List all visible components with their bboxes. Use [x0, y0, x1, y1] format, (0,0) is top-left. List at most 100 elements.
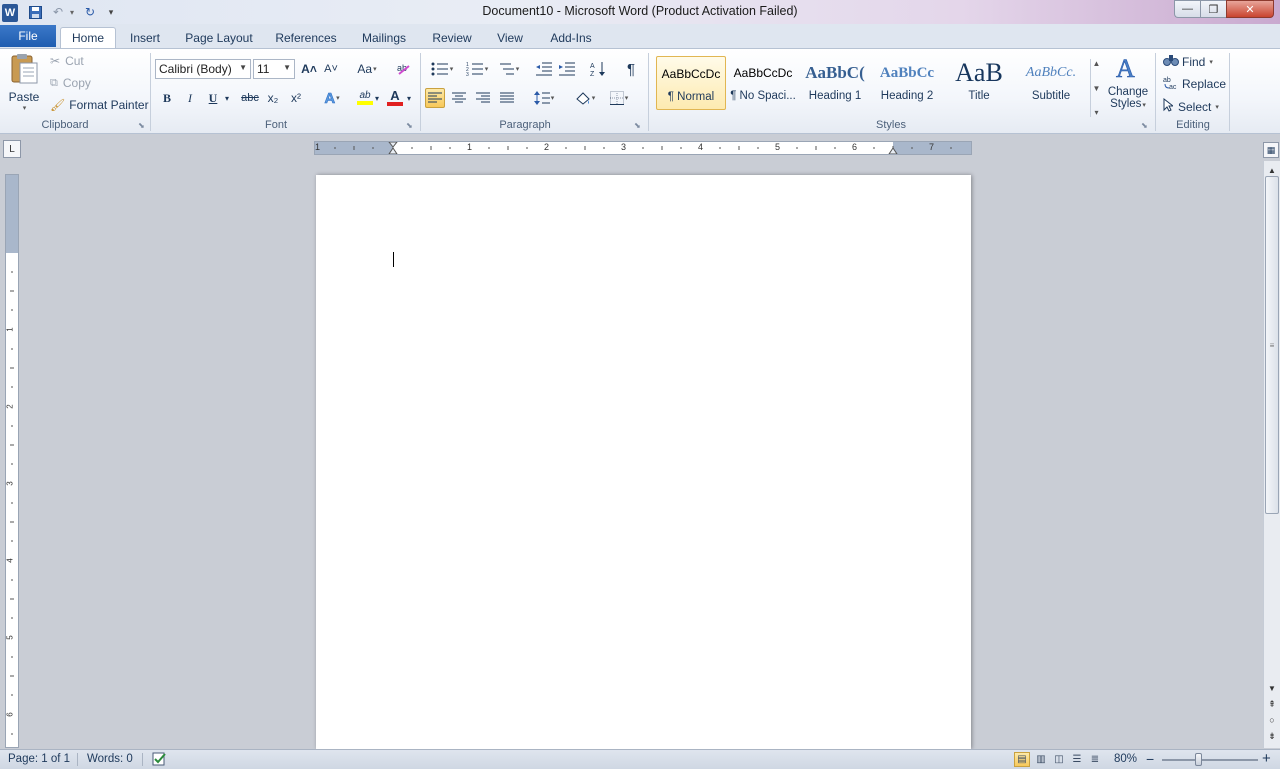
- draft-view-icon[interactable]: ≣: [1087, 752, 1103, 767]
- clipboard-launcher-icon[interactable]: ⬊: [138, 121, 145, 130]
- format-painter-button[interactable]: 🖌 Format Painter: [50, 98, 149, 112]
- numbering-button[interactable]: 1 2 3 ▾: [461, 59, 493, 79]
- justify-button[interactable]: [497, 88, 517, 108]
- zoom-slider-thumb[interactable]: [1195, 753, 1203, 766]
- document-page[interactable]: [316, 175, 971, 749]
- underline-button[interactable]: U: [203, 88, 223, 108]
- text-effects-button[interactable]: A ▾: [318, 88, 346, 108]
- tab-add-ins[interactable]: Add-Ins: [542, 27, 600, 48]
- cut-button[interactable]: ✂ Cut: [50, 54, 84, 68]
- next-page-icon[interactable]: ⇟: [1264, 729, 1280, 743]
- bullets-button[interactable]: ▾: [426, 59, 458, 79]
- tab-page-layout[interactable]: Page Layout: [180, 27, 258, 48]
- font-launcher-icon[interactable]: ⬊: [406, 121, 413, 130]
- gallery-down-icon[interactable]: ▼: [1093, 84, 1101, 93]
- grow-font-button[interactable]: A˄: [299, 59, 319, 79]
- sort-button[interactable]: AZ: [588, 59, 608, 79]
- strikethrough-button[interactable]: abc: [238, 88, 262, 108]
- minimize-button[interactable]: —: [1174, 0, 1200, 18]
- zoom-out-button[interactable]: −: [1146, 751, 1154, 767]
- outline-view-icon[interactable]: ☰: [1069, 752, 1085, 767]
- paragraph-launcher-icon[interactable]: ⬊: [634, 121, 641, 130]
- zoom-level[interactable]: 80%: [1114, 753, 1137, 765]
- paste-dropdown-icon[interactable]: ▾: [23, 104, 27, 112]
- subscript-button[interactable]: x₂: [263, 88, 283, 108]
- gallery-more-icon[interactable]: ▾: [1094, 108, 1098, 117]
- styles-gallery-scroll: ▲ ▼ ▾: [1090, 59, 1102, 117]
- ruler-number: 5: [775, 142, 781, 152]
- scroll-down-icon[interactable]: ▼: [1264, 681, 1280, 695]
- find-button[interactable]: Find ▾: [1163, 54, 1213, 69]
- tab-review[interactable]: Review: [426, 27, 478, 48]
- replace-button[interactable]: ab ac Replace: [1163, 76, 1226, 92]
- restore-button[interactable]: ❐: [1200, 0, 1226, 18]
- tab-mailings[interactable]: Mailings: [354, 27, 414, 48]
- paste-button[interactable]: Paste ▾: [6, 53, 42, 112]
- multilevel-list-button[interactable]: ▾: [496, 59, 522, 79]
- close-button[interactable]: ✕: [1226, 0, 1274, 18]
- tab-home[interactable]: Home: [60, 27, 116, 48]
- zoom-slider-track[interactable]: [1162, 759, 1258, 761]
- font-name-combo[interactable]: Calibri (Body) ▼: [155, 59, 251, 79]
- font-color-dropdown-icon[interactable]: ▾: [404, 88, 414, 108]
- show-formatting-marks-button[interactable]: ¶: [621, 59, 641, 79]
- ruler-number: 5: [5, 635, 15, 640]
- horizontal-ruler[interactable]: 1 1 2 3 4 5 6 7: [314, 141, 972, 155]
- change-case-button[interactable]: Aa ▾: [354, 59, 380, 79]
- ruler-number: 6: [5, 712, 15, 717]
- styles-launcher-icon[interactable]: ⬊: [1141, 121, 1148, 130]
- align-right-button[interactable]: [473, 88, 493, 108]
- style-no-spacing[interactable]: AaBbCcDc ¶ No Spaci...: [728, 56, 798, 110]
- style-heading-2[interactable]: AaBbCc Heading 2: [872, 56, 942, 110]
- view-ruler-button[interactable]: ▦: [1263, 142, 1279, 158]
- style-title[interactable]: AaB Title: [944, 56, 1014, 110]
- tab-view[interactable]: View: [490, 27, 530, 48]
- increase-indent-button[interactable]: [557, 59, 577, 79]
- word-count[interactable]: Words: 0: [87, 753, 133, 765]
- clear-formatting-icon[interactable]: ab: [394, 59, 414, 79]
- tab-insert[interactable]: Insert: [122, 27, 168, 48]
- bold-button[interactable]: B: [157, 88, 177, 108]
- ruler-number: 3: [621, 142, 627, 152]
- align-center-button[interactable]: [449, 88, 469, 108]
- line-spacing-button[interactable]: ▾: [530, 88, 558, 108]
- tab-references[interactable]: References: [270, 27, 342, 48]
- vertical-scrollbar[interactable]: ▲ ≡ ▼ ⇞ ○ ⇟: [1263, 161, 1280, 748]
- font-size-combo[interactable]: 11 ▼: [253, 59, 295, 79]
- select-browse-object-icon[interactable]: ○: [1264, 713, 1280, 727]
- align-left-button[interactable]: [425, 88, 445, 108]
- italic-button[interactable]: I: [180, 88, 200, 108]
- replace-icon: ab ac: [1163, 76, 1179, 92]
- tab-selector-button[interactable]: L: [3, 140, 21, 158]
- vertical-ruler[interactable]: 1 2 3 4 5 6: [5, 174, 19, 748]
- decrease-indent-button[interactable]: [534, 59, 554, 79]
- previous-page-icon[interactable]: ⇞: [1264, 697, 1280, 711]
- proofing-icon[interactable]: [151, 751, 167, 769]
- gallery-up-icon[interactable]: ▲: [1093, 59, 1101, 68]
- change-styles-button[interactable]: A Change Styles▾: [1104, 53, 1152, 115]
- underline-dropdown-icon[interactable]: ▾: [222, 88, 232, 108]
- scrollbar-thumb[interactable]: ≡: [1265, 176, 1279, 514]
- highlight-dropdown-icon[interactable]: ▾: [372, 88, 382, 108]
- style-subtitle[interactable]: AaBbCc. Subtitle: [1016, 56, 1086, 110]
- group-divider: [1229, 53, 1230, 131]
- style-heading-1[interactable]: AaBbC( Heading 1: [800, 56, 870, 110]
- shrink-font-button[interactable]: A˅: [321, 59, 341, 79]
- print-layout-view-icon[interactable]: ▤: [1014, 752, 1030, 767]
- scroll-up-icon[interactable]: ▲: [1264, 163, 1280, 177]
- web-layout-view-icon[interactable]: ◫: [1051, 752, 1067, 767]
- full-screen-reading-view-icon[interactable]: ▥: [1033, 752, 1049, 767]
- copy-button[interactable]: ⧉ Copy: [50, 76, 91, 90]
- style-normal[interactable]: AaBbCcDc ¶ Normal: [656, 56, 726, 110]
- page-count[interactable]: Page: 1 of 1: [8, 753, 70, 765]
- font-color-button[interactable]: A: [385, 88, 405, 108]
- ruler-number: 4: [698, 142, 704, 152]
- select-button[interactable]: Select ▾: [1163, 97, 1219, 115]
- zoom-in-button[interactable]: +: [1262, 750, 1271, 767]
- borders-button[interactable]: ▾: [605, 88, 633, 108]
- shading-button[interactable]: ▾: [570, 88, 600, 108]
- tab-file[interactable]: File: [0, 25, 56, 47]
- superscript-button[interactable]: x²: [286, 88, 306, 108]
- copy-icon: ⧉: [50, 76, 58, 89]
- clipboard-icon: [9, 53, 39, 88]
